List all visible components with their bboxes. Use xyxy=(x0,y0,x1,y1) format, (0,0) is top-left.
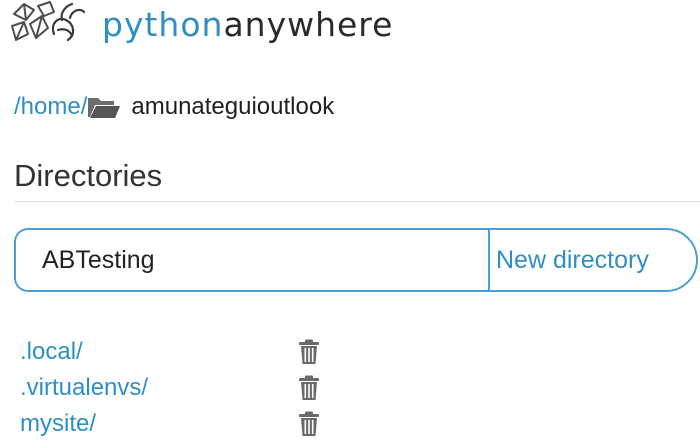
breadcrumb-home-link[interactable]: /home/ xyxy=(14,93,87,121)
breadcrumb: /home/ amunateguioutlook xyxy=(14,90,334,124)
trash-icon[interactable] xyxy=(298,411,320,437)
list-item: .local/ xyxy=(20,334,340,370)
directory-link-local[interactable]: .local/ xyxy=(20,338,83,365)
trash-icon[interactable] xyxy=(298,375,320,401)
list-item: mysite/ xyxy=(20,406,340,442)
directory-link-mysite[interactable]: mysite/ xyxy=(20,410,96,437)
brand-anywhere: anywhere xyxy=(223,4,394,44)
new-directory-button[interactable]: New directory xyxy=(488,228,698,292)
folder-icon xyxy=(88,98,121,118)
directory-link-virtualenvs[interactable]: .virtualenvs/ xyxy=(20,374,148,401)
list-item: .virtualenvs/ xyxy=(20,370,340,406)
new-directory-input[interactable] xyxy=(14,228,488,292)
site-header: pythonanywhere xyxy=(10,0,393,48)
brand-python: python xyxy=(102,4,224,44)
brand-name[interactable]: pythonanywhere xyxy=(102,8,393,41)
breadcrumb-current-folder: amunateguioutlook xyxy=(131,93,335,120)
trash-icon[interactable] xyxy=(298,339,320,365)
new-directory-form: New directory xyxy=(14,228,698,292)
pythonanywhere-logo-icon[interactable] xyxy=(10,0,88,48)
directory-list: .local/ .virtualenvs/ mysite/ xyxy=(20,334,340,442)
directories-heading: Directories xyxy=(14,158,163,193)
section-divider xyxy=(14,201,700,202)
